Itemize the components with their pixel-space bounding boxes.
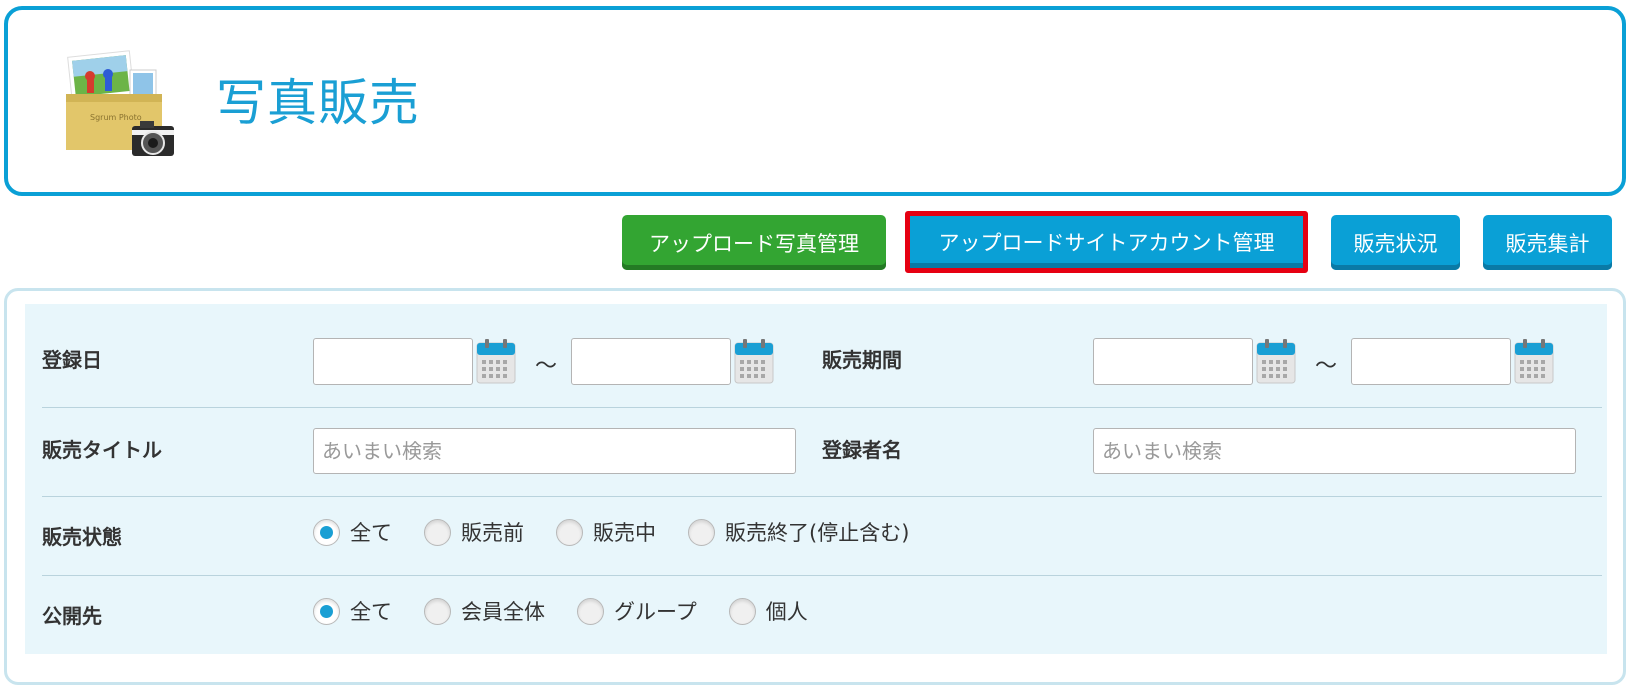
radio-label: グループ bbox=[614, 600, 697, 624]
sales-title-label: 販売タイトル bbox=[42, 438, 162, 462]
registrant-name-input[interactable] bbox=[1093, 428, 1576, 474]
sales-period-to-input[interactable] bbox=[1351, 338, 1511, 385]
search-form: 登録日 ～ 販売期間 ～ 販売タイトル あいまい検索 登録者名 あいまい検索 販… bbox=[25, 304, 1607, 654]
radio-button-checked[interactable] bbox=[313, 518, 340, 546]
publish-to-option-individual[interactable]: 個人 bbox=[728, 596, 808, 626]
sales-state-label: 販売状態 bbox=[42, 525, 122, 549]
sales-title-input[interactable] bbox=[313, 428, 796, 474]
page-header: Sgrum Photo 写真販売 bbox=[4, 6, 1626, 196]
calendar-icon[interactable] bbox=[1514, 339, 1554, 385]
sales-state-option-on-sale[interactable]: 販売中 bbox=[556, 517, 656, 547]
row-divider bbox=[42, 407, 1602, 408]
radio-label: 販売終了(停止含む) bbox=[725, 521, 910, 545]
sales-status-button[interactable]: 販売状況 bbox=[1331, 215, 1460, 270]
row-divider bbox=[42, 575, 1602, 576]
radio-button[interactable] bbox=[688, 518, 715, 546]
registrant-name-label: 登録者名 bbox=[822, 438, 902, 462]
radio-label: 全て bbox=[350, 600, 392, 624]
registration-date-to-input[interactable] bbox=[571, 338, 731, 385]
publish-to-label: 公開先 bbox=[42, 604, 102, 628]
radio-label: 個人 bbox=[765, 600, 808, 624]
sales-state-option-all[interactable]: 全て bbox=[313, 517, 392, 547]
upload-site-account-management-label: アップロードサイトアカウント管理 bbox=[910, 216, 1303, 268]
radio-label: 会員全体 bbox=[461, 600, 545, 624]
upload-photo-management-button[interactable]: アップロード写真管理 bbox=[622, 215, 886, 270]
registration-date-from-input[interactable] bbox=[313, 338, 473, 385]
radio-button[interactable] bbox=[728, 597, 756, 625]
radio-label: 販売中 bbox=[593, 521, 656, 545]
date-range-separator: ～ bbox=[1315, 354, 1338, 379]
sales-summary-button[interactable]: 販売集計 bbox=[1483, 215, 1612, 270]
sales-period-label: 販売期間 bbox=[822, 348, 902, 372]
svg-text:Sgrum Photo: Sgrum Photo bbox=[90, 113, 142, 122]
search-panel: 登録日 ～ 販売期間 ～ 販売タイトル あいまい検索 登録者名 あいまい検索 販… bbox=[4, 288, 1626, 685]
radio-button[interactable] bbox=[424, 518, 451, 546]
row-divider bbox=[42, 496, 1602, 497]
page-title: 写真販売 bbox=[216, 74, 420, 132]
upload-site-account-management-button[interactable]: アップロードサイトアカウント管理 bbox=[905, 211, 1308, 273]
calendar-icon[interactable] bbox=[734, 339, 774, 385]
publish-to-radio-group: 全て 会員全体 グループ 個人 bbox=[313, 596, 840, 626]
radio-button-checked[interactable] bbox=[313, 597, 340, 625]
publish-to-option-group[interactable]: グループ bbox=[577, 596, 697, 626]
registration-date-label: 登録日 bbox=[42, 348, 102, 372]
sales-state-radio-group: 全て 販売前 販売中 販売終了(停止含む) bbox=[313, 517, 941, 547]
calendar-icon[interactable] bbox=[1256, 339, 1296, 385]
calendar-icon[interactable] bbox=[476, 339, 516, 385]
publish-to-option-all-members[interactable]: 会員全体 bbox=[424, 596, 545, 626]
sales-state-option-before-sale[interactable]: 販売前 bbox=[424, 517, 524, 547]
sales-period-from-input[interactable] bbox=[1093, 338, 1253, 385]
sales-state-option-ended[interactable]: 販売終了(停止含む) bbox=[688, 517, 909, 547]
photo-folder-camera-icon: Sgrum Photo bbox=[66, 50, 174, 156]
radio-button[interactable] bbox=[577, 597, 604, 625]
radio-label: 販売前 bbox=[461, 521, 524, 545]
date-range-separator: ～ bbox=[535, 354, 558, 379]
publish-to-option-all[interactable]: 全て bbox=[313, 596, 392, 626]
radio-button[interactable] bbox=[424, 597, 451, 625]
radio-button[interactable] bbox=[556, 518, 583, 546]
radio-label: 全て bbox=[350, 521, 392, 545]
